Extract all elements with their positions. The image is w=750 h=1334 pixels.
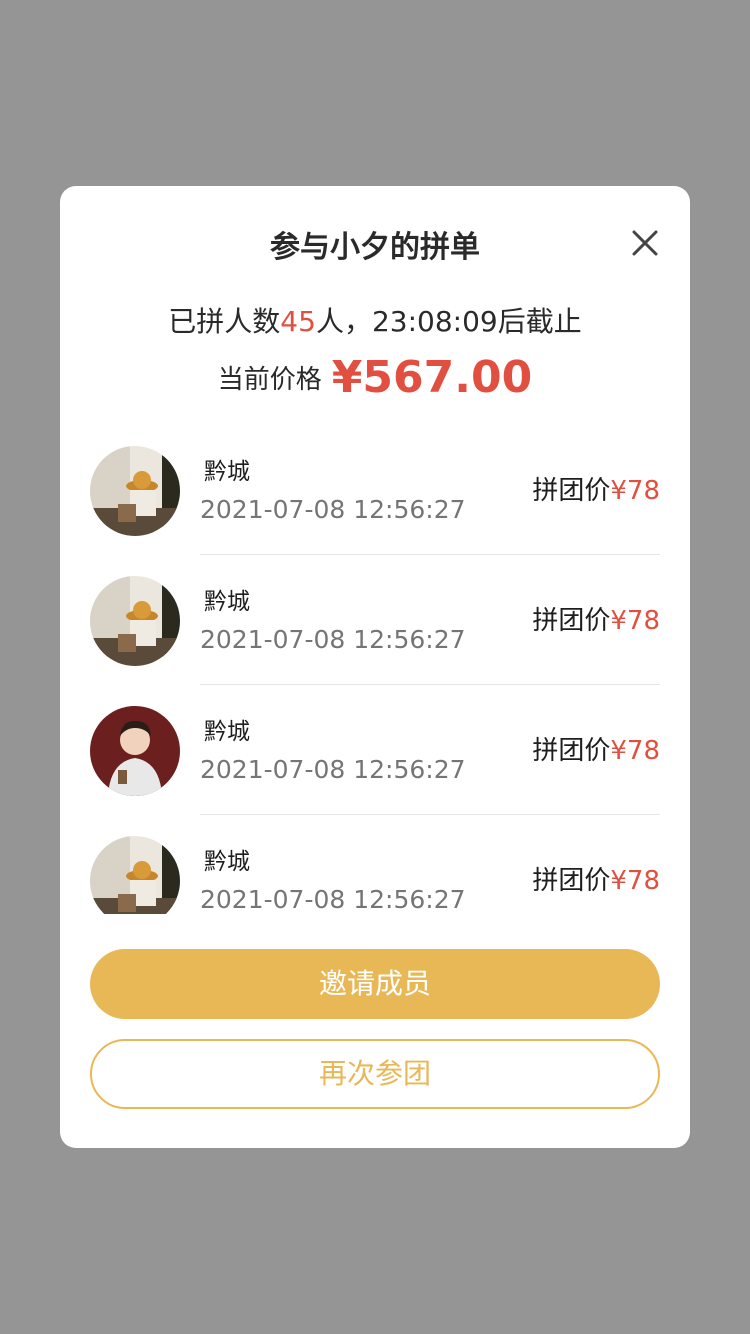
group-order-dialog: 参与小夕的拼单 已拼人数45人，23:08:09后截止 当前价格 ¥567.00: [60, 186, 690, 1148]
group-price-label: 拼团价: [532, 476, 611, 506]
close-button[interactable]: [628, 226, 662, 260]
close-icon: [632, 230, 658, 256]
rejoin-group-button[interactable]: 再次参团: [90, 1039, 660, 1109]
group-price: 拼团价¥78: [532, 604, 660, 638]
participant-name: 黔城: [204, 719, 250, 745]
summary-suffix: 人，23:08:09后截止: [315, 305, 582, 338]
participant-row: 黔城 2021-07-08 12:56:27 拼团价¥78: [60, 820, 690, 914]
group-price-value: ¥78: [610, 476, 660, 506]
row-divider: [200, 554, 660, 555]
summary-prefix: 已拼人数: [168, 305, 281, 338]
dialog-title: 参与小夕的拼单: [270, 230, 480, 265]
participant-row: 黔城 2021-07-08 12:56:27 拼团价¥78: [60, 560, 690, 690]
participant-name: 黔城: [204, 849, 250, 875]
participant-time: 2021-07-08 12:56:27: [200, 885, 466, 914]
man-hoodie-avatar-icon: [90, 706, 180, 796]
current-price-line: 当前价格 ¥567.00: [60, 352, 690, 403]
group-price-label: 拼团价: [532, 866, 611, 896]
group-price: 拼团价¥78: [532, 734, 660, 768]
woman-hat-avatar-icon: [90, 576, 180, 666]
current-price: ¥567.00: [331, 352, 533, 403]
group-price-label: 拼团价: [532, 736, 611, 766]
group-price-value: ¥78: [610, 736, 660, 766]
participant-list[interactable]: 黔城 2021-07-08 12:56:27 拼团价¥78 黔城 2021-07…: [60, 430, 690, 914]
participant-name: 黔城: [204, 589, 250, 615]
invite-members-button[interactable]: 邀请成员: [90, 949, 660, 1019]
participant-time: 2021-07-08 12:56:27: [200, 495, 466, 524]
group-price-value: ¥78: [610, 606, 660, 636]
woman-hat-avatar-icon: [90, 446, 180, 536]
participant-name: 黔城: [204, 459, 250, 485]
woman-hat-avatar-icon: [90, 836, 180, 914]
avatar: [90, 446, 180, 536]
price-label: 当前价格: [217, 365, 322, 395]
group-price: 拼团价¥78: [532, 864, 660, 898]
group-price: 拼团价¥78: [532, 474, 660, 508]
participant-row: 黔城 2021-07-08 12:56:27 拼团价¥78: [60, 430, 690, 560]
row-divider: [200, 814, 660, 815]
avatar: [90, 576, 180, 666]
group-price-label: 拼团价: [532, 606, 611, 636]
participant-row: 黔城 2021-07-08 12:56:27 拼团价¥78: [60, 690, 690, 820]
row-divider: [200, 684, 660, 685]
participation-summary: 已拼人数45人，23:08:09后截止: [60, 304, 690, 340]
participant-time: 2021-07-08 12:56:27: [200, 755, 466, 784]
avatar: [90, 706, 180, 796]
participant-count: 45: [280, 305, 316, 338]
group-price-value: ¥78: [610, 866, 660, 896]
participant-time: 2021-07-08 12:56:27: [200, 625, 466, 654]
avatar: [90, 836, 180, 914]
